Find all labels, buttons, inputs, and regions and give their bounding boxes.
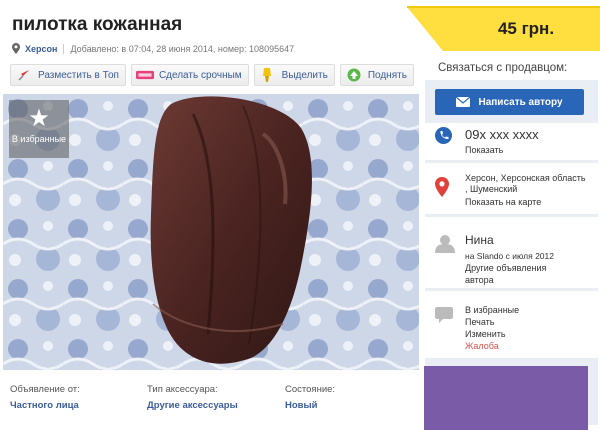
location-pin-icon: [12, 43, 20, 54]
ad-banner[interactable]: [424, 366, 588, 430]
attr-condition: Состояние: Новый: [285, 384, 405, 411]
seller-name: Нина: [465, 233, 494, 247]
attr-label: Объявление от:: [10, 384, 80, 395]
phone-row: 09x xxx xxxx Показать: [425, 122, 598, 160]
meta-divider: [63, 43, 65, 54]
make-urgent-button[interactable]: Сделать срочным: [130, 64, 249, 86]
attr-label: Состояние:: [285, 384, 336, 395]
highlight-button[interactable]: Выделить: [253, 64, 335, 86]
add-favorites-link[interactable]: В избранные: [465, 305, 519, 315]
urgent-icon: [135, 67, 154, 83]
other-ads-link[interactable]: Другие объявления: [465, 263, 546, 273]
promote-top-button[interactable]: Разместить в Топ: [10, 64, 126, 86]
raise-button[interactable]: Поднять: [339, 64, 414, 86]
show-on-map-link[interactable]: Показать на карте: [465, 197, 541, 207]
speech-bubble-icon: [435, 307, 453, 323]
envelope-icon: [456, 97, 471, 107]
seller-row: Нина на Slando с июля 2012 Другие объявл…: [425, 216, 598, 288]
ad-content: пилотка кожанная Херсон Добавлено: в 07:…: [0, 0, 420, 430]
seller-address: Херсон, Херсонская область , Шуменский: [465, 173, 586, 194]
ad-meta: Херсон Добавлено: в 07:04, 28 июня 2014,…: [12, 43, 294, 54]
other-ads-link-2[interactable]: автора: [465, 275, 494, 285]
ad-city-link[interactable]: Херсон: [25, 44, 57, 54]
report-link[interactable]: Жалоба: [465, 341, 499, 351]
attr-accessory-type: Тип аксессуара: Другие аксессуары: [147, 384, 285, 411]
page-title: пилотка кожанная: [12, 14, 183, 35]
show-phone-link[interactable]: Показать: [465, 145, 503, 155]
user-icon: [435, 235, 455, 253]
star-icon: ★: [28, 105, 50, 132]
rocket-icon: [15, 67, 33, 83]
favorites-badge-label: В избранные: [11, 134, 67, 144]
attr-value-link[interactable]: Другие аксессуары: [147, 400, 285, 411]
print-link[interactable]: Печать: [465, 317, 494, 327]
highlight-label: Выделить: [281, 69, 328, 81]
price-value: 45 грн.: [497, 19, 555, 38]
address-row: Херсон, Херсонская область , Шуменский П…: [425, 162, 598, 214]
contact-heading: Связаться с продавцом:: [438, 62, 568, 74]
attr-value-link[interactable]: Частного лица: [10, 400, 147, 411]
highlighter-icon: [259, 67, 277, 83]
write-author-button[interactable]: Написать автору: [435, 89, 584, 115]
add-to-favorites-badge[interactable]: ★ В избранные: [9, 100, 69, 158]
attr-seller-type: Объявление от: Частного лица: [10, 384, 147, 411]
promote-top-label: Разместить в Топ: [38, 69, 119, 81]
raise-label: Поднять: [367, 69, 407, 81]
ad-added-info: Добавлено: в 07:04, 28 июня 2014, номер:…: [70, 43, 295, 54]
price-tag: 45 грн.: [407, 5, 600, 53]
map-pin-icon: [435, 177, 449, 197]
phone-icon: [435, 127, 452, 144]
attr-value-link[interactable]: Новый: [285, 400, 405, 411]
write-author-label: Написать автору: [478, 96, 563, 108]
edit-link[interactable]: Изменить: [465, 329, 506, 339]
promo-actions: Разместить в Топ Сделать срочным Выделит…: [10, 64, 414, 86]
attr-label: Тип аксессуара:: [147, 384, 218, 395]
ad-attributes: Объявление от: Частного лица Тип аксессу…: [10, 384, 405, 411]
seller-since: на Slando с июля 2012: [465, 251, 554, 261]
make-urgent-label: Сделать срочным: [158, 69, 242, 81]
phone-number: 09x xxx xxxx: [465, 127, 539, 142]
raise-icon: [345, 67, 363, 83]
ad-tools-row: В избранные Печать Изменить Жалоба: [425, 290, 598, 358]
